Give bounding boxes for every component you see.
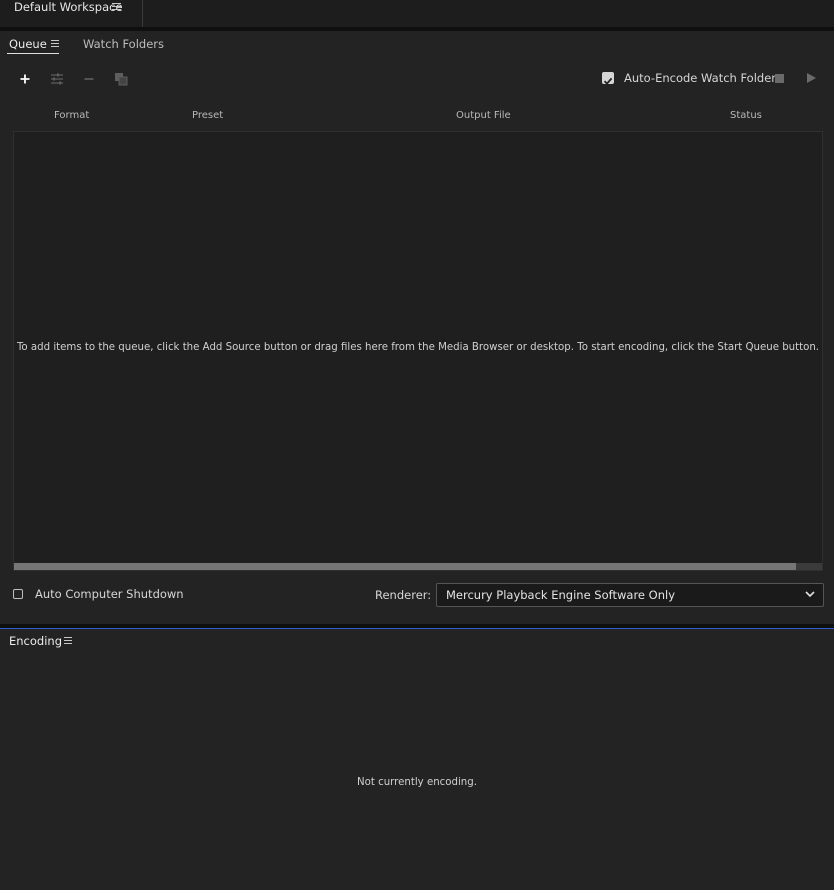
workspace-label: Default Workspace [14,0,123,14]
auto-encode-label: Auto-Encode Watch Folders [624,71,782,85]
active-tab-underline [7,53,59,54]
stop-queue-button[interactable] [775,74,784,83]
remove-button[interactable] [81,71,97,87]
chevron-down-icon [805,591,815,598]
column-header-status[interactable]: Status [730,110,762,122]
workspace-tab[interactable]: Default Workspace [0,0,143,27]
settings-icon [51,73,63,85]
auto-shutdown-checkbox[interactable] [13,589,23,599]
remove-icon [84,78,94,80]
column-header-preset[interactable]: Preset [192,110,223,122]
tab-encoding[interactable]: Encoding [9,634,62,648]
tab-watch-folders[interactable]: Watch Folders [83,37,164,51]
add-icon [20,74,30,84]
renderer-selected-value: Mercury Playback Engine Software Only [446,588,676,602]
queue-empty-hint: To add items to the queue, click the Add… [16,342,820,353]
auto-shutdown-label: Auto Computer Shutdown [35,587,184,601]
encoding-panel: Encoding Not currently encoding. [0,629,834,890]
encoding-status-text: Not currently encoding. [357,777,477,788]
add-source-button[interactable] [17,71,33,87]
tab-queue[interactable]: Queue [9,37,47,51]
auto-encode-checkbox[interactable] [602,72,614,85]
top-bar: Default Workspace [0,0,834,27]
duplicate-icon [115,73,128,86]
scrollbar-thumb[interactable] [14,563,796,570]
renderer-label: Renderer: [375,588,432,602]
renderer-dropdown[interactable]: Mercury Playback Engine Software Only [436,583,824,607]
export-settings-button[interactable] [49,71,65,87]
queue-list-area[interactable]: To add items to the queue, click the Add… [13,131,823,571]
column-header-output-file[interactable]: Output File [456,110,511,122]
column-header-format[interactable]: Format [54,110,89,122]
queue-panel: Queue Watch Folders Auto-Encode Watch Fo… [0,31,834,624]
queue-panel-menu-icon[interactable] [51,40,59,48]
encoding-panel-menu-icon[interactable] [64,637,72,645]
checkmark-icon [603,77,613,85]
start-queue-button[interactable] [807,73,816,83]
workspace-menu-icon[interactable] [112,3,121,11]
horizontal-scrollbar[interactable] [14,563,822,570]
duplicate-button[interactable] [113,71,129,87]
